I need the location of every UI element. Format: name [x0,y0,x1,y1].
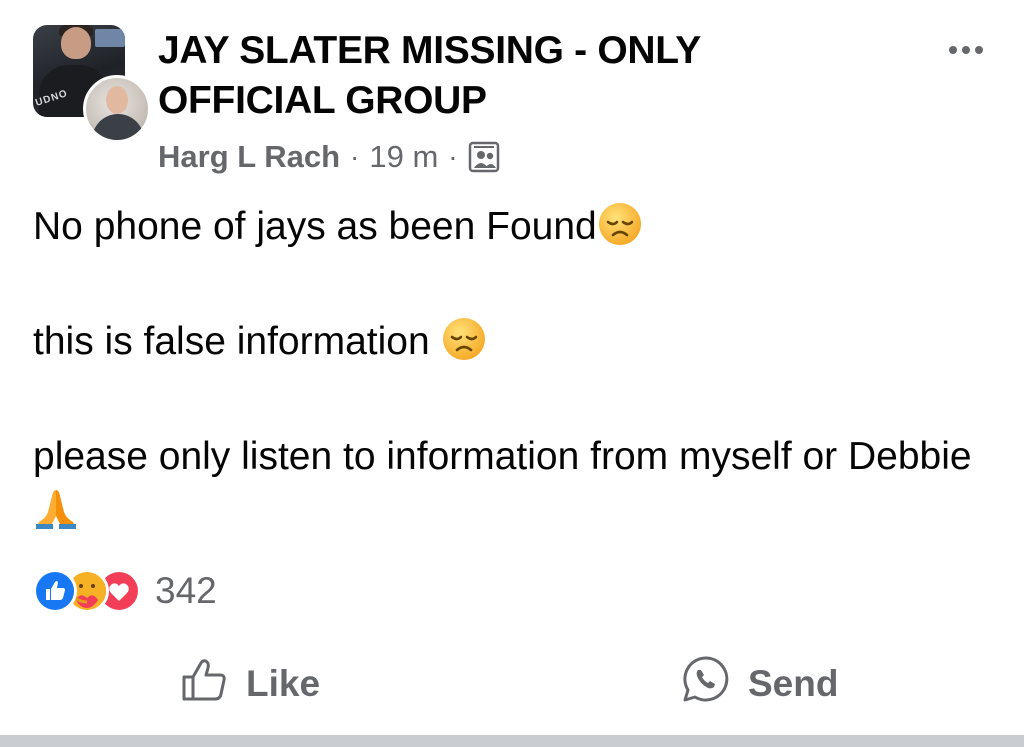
group-avatar[interactable]: UDNO [33,25,151,143]
disappointed-face-icon [597,201,643,247]
like-button[interactable]: Like [180,658,320,710]
whatsapp-icon [680,654,732,715]
disappointed-face-icon [441,316,487,362]
more-options-button[interactable] [940,30,992,70]
post-actions: Like Send [0,648,1024,722]
post-line: please only listen to information from m… [33,430,983,536]
like-icon [180,657,230,712]
folded-hands-icon [33,484,79,530]
more-options-icon-dot [962,46,970,54]
reaction-count[interactable]: 342 [155,570,217,612]
post-line-text: this is false information [33,320,441,363]
author-avatar[interactable] [83,75,151,143]
post-line-text: No phone of jays as been Found [33,205,597,248]
more-options-icon-dot [975,46,983,54]
like-reaction-icon [33,569,77,613]
feed-divider [0,735,1024,747]
more-options-icon [949,46,957,54]
post-line: this is false information [33,315,983,368]
post-timestamp[interactable]: 19 m [369,139,438,175]
group-name-link[interactable]: JAY SLATER MISSING - ONLY OFFICIAL GROUP [158,26,878,126]
send-button[interactable]: Send [680,655,839,710]
group-members-icon [468,140,502,174]
facebook-post: UDNO JAY SLATER MISSING - ONLY OFFICIAL … [0,0,1024,747]
like-label: Like [246,663,321,704]
meta-separator: · [448,141,458,172]
post-text: No phone of jays as been Found this is f… [33,200,983,536]
reaction-summary[interactable]: 342 [33,568,217,614]
post-line: No phone of jays as been Found [33,200,983,253]
author-name-link[interactable]: Harg L Rach [158,139,340,175]
post-meta: Harg L Rach · 19 m · [158,137,502,177]
post-line-text: please only listen to information from m… [33,435,972,478]
meta-separator: · [350,141,360,172]
send-label: Send [748,663,839,704]
